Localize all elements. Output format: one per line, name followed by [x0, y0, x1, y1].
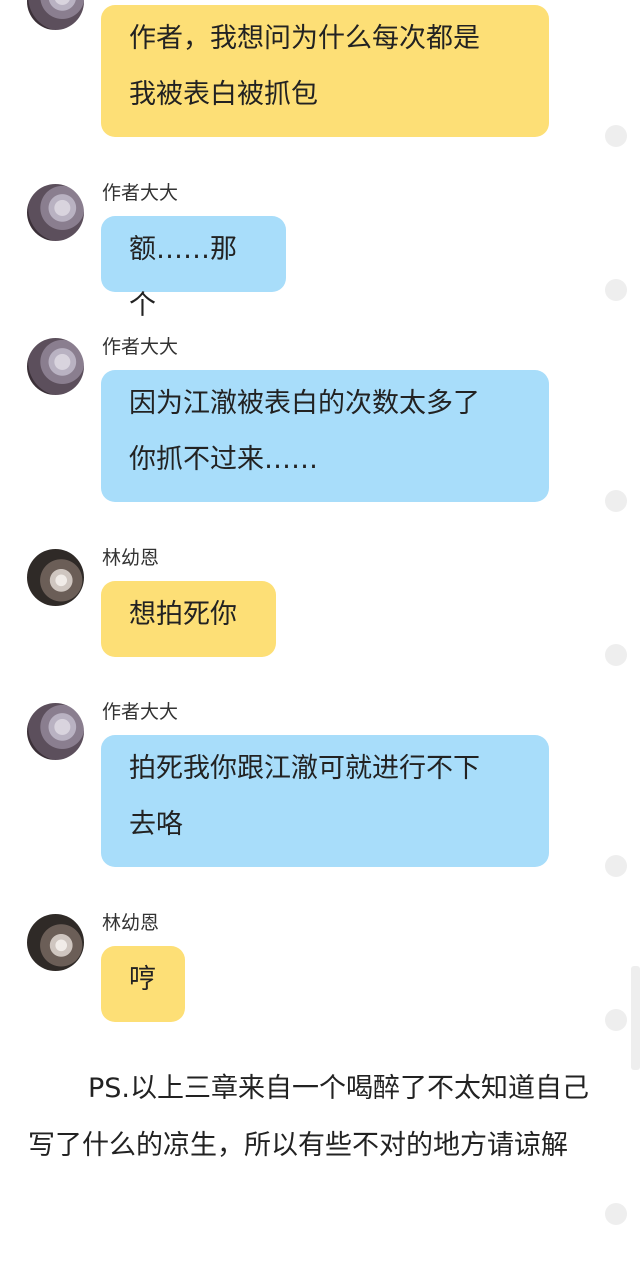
sender-name: 作者大大	[102, 701, 179, 723]
avatar[interactable]	[27, 703, 84, 760]
sender-name: 林幼恩	[102, 912, 160, 934]
sender-name: 作者大大	[102, 336, 179, 358]
avatar[interactable]	[27, 0, 84, 30]
select-dot[interactable]	[605, 490, 627, 512]
select-dot[interactable]	[605, 1203, 627, 1225]
message-bubble[interactable]: 作者，我想问为什么每次都是 我被表白被抓包	[101, 5, 549, 137]
select-dot[interactable]	[605, 1009, 627, 1031]
select-dot[interactable]	[605, 855, 627, 877]
message-bubble[interactable]: 想拍死你	[101, 581, 276, 657]
message-bubble[interactable]: 额……那个	[101, 216, 286, 321]
message-bubble[interactable]: 因为江澈被表白的次数太多了 你抓不过来……	[101, 370, 549, 502]
message-bubble[interactable]: 哼	[101, 946, 185, 1022]
message-bubble[interactable]: 拍死我你跟江澈可就进行不下 去咯	[101, 735, 549, 867]
sender-name: 林幼恩	[102, 547, 160, 569]
scrollbar[interactable]	[631, 966, 640, 1070]
avatar[interactable]	[27, 338, 84, 395]
avatar[interactable]	[27, 549, 84, 606]
avatar[interactable]	[27, 914, 84, 971]
select-dot[interactable]	[605, 279, 627, 301]
sender-name: 作者大大	[102, 182, 179, 204]
avatar[interactable]	[27, 184, 84, 241]
select-dot[interactable]	[605, 125, 627, 147]
select-dot[interactable]	[605, 644, 627, 666]
ps-note: PS.以上三章来自一个喝醉了不太知道自己写了什么的凉生，所以有些不对的地方请谅解	[28, 1073, 590, 1161]
